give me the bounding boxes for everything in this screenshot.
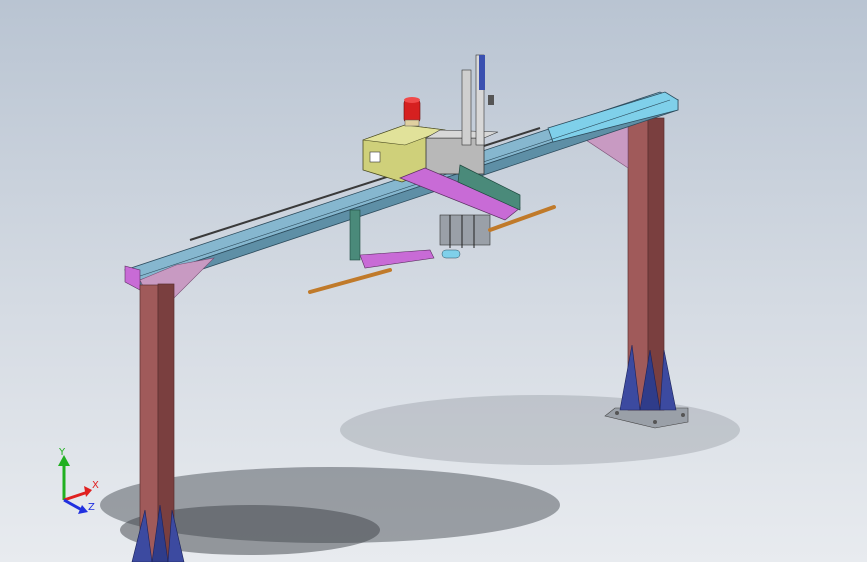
axis-z-label: Z bbox=[88, 502, 95, 513]
axis-x-label: X bbox=[92, 480, 99, 491]
workpiece-rod-left bbox=[308, 268, 392, 294]
gantry-beam[interactable] bbox=[124, 91, 680, 301]
right-column[interactable] bbox=[585, 117, 689, 429]
coordinate-triad: Y X Z bbox=[58, 447, 99, 514]
axis-y-label: Y bbox=[58, 447, 66, 458]
carriage-assembly[interactable] bbox=[308, 54, 556, 294]
beacon-light bbox=[403, 97, 421, 127]
cad-viewport[interactable]: Y X Z bbox=[0, 0, 867, 562]
gantry-model[interactable]: Y X Z bbox=[0, 0, 867, 562]
